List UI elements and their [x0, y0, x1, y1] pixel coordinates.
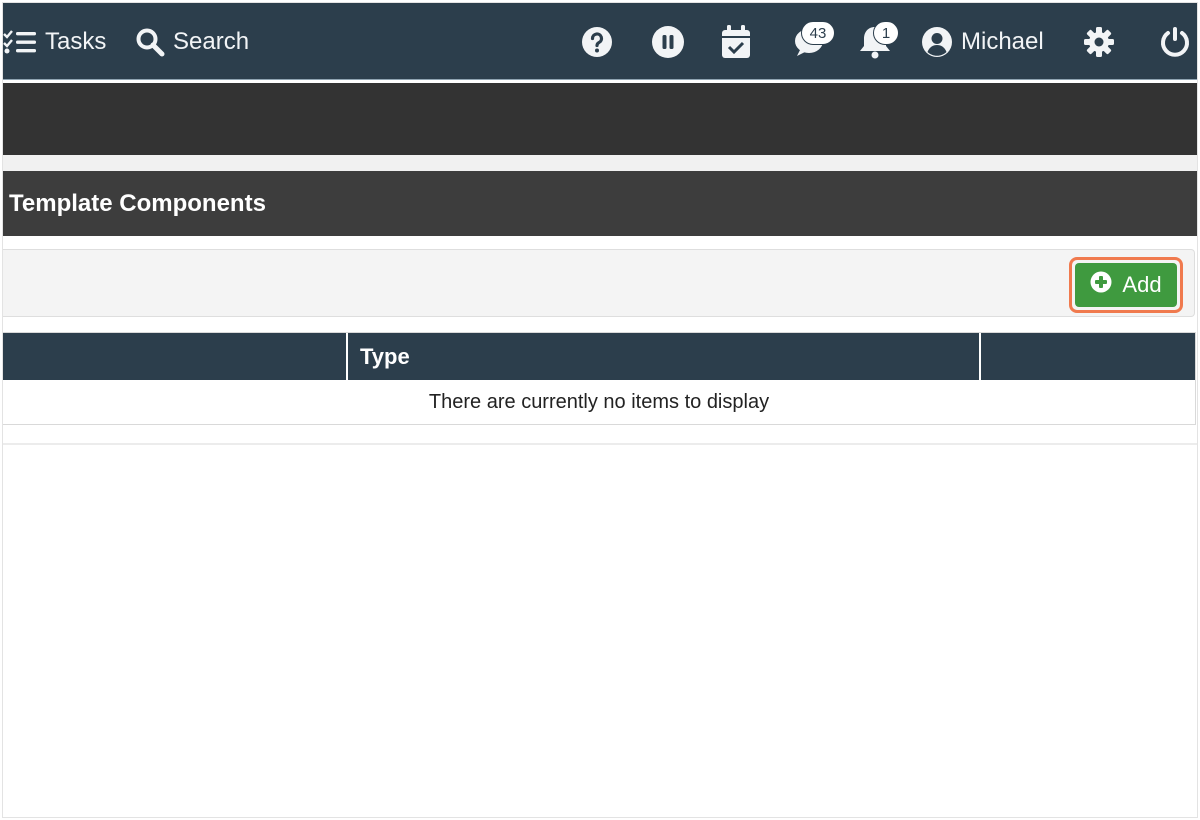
search-icon	[135, 27, 165, 57]
messages-button[interactable]: 43	[793, 3, 835, 80]
empty-table-message: There are currently no items to display	[428, 390, 770, 413]
column-header-type[interactable]: Type	[348, 333, 981, 380]
pause-circle-icon	[651, 25, 685, 59]
messages-count-badge: 43	[801, 21, 835, 45]
column-header-actions	[981, 333, 1195, 380]
notifications-count-badge: 1	[873, 21, 899, 45]
settings-button[interactable]	[1083, 3, 1115, 80]
search-label: Search	[173, 27, 250, 55]
calendar-button[interactable]	[721, 3, 751, 80]
components-table: Type There are currently no items to dis…	[3, 332, 1196, 425]
pause-button[interactable]	[651, 3, 685, 80]
top-navbar: Tasks Search 43 1 Michael	[3, 3, 1197, 80]
user-name: Michael	[961, 27, 1044, 55]
logout-button[interactable]	[1159, 3, 1191, 80]
notifications-button[interactable]: 1	[859, 3, 899, 80]
calendar-check-icon	[721, 24, 751, 59]
tasks-list-icon	[3, 29, 37, 55]
panel-bottom-border	[3, 443, 1197, 445]
panel-header: Template Components	[3, 171, 1197, 236]
tasks-label: Tasks	[45, 27, 107, 55]
divider	[3, 155, 1197, 171]
search-nav-link[interactable]: Search	[135, 3, 249, 80]
table-header-row: Type	[3, 333, 1195, 380]
panel-toolbar	[3, 249, 1195, 317]
add-button[interactable]: Add	[1075, 263, 1177, 307]
add-button-label: Add	[1122, 272, 1162, 297]
user-menu[interactable]: Michael	[921, 3, 1044, 80]
power-icon	[1159, 25, 1191, 59]
app-window: Tasks Search 43 1 Michael Template Compo…	[2, 2, 1198, 818]
page-banner	[3, 83, 1197, 155]
column-header-name[interactable]	[3, 333, 348, 380]
user-circle-icon	[921, 26, 953, 58]
question-circle-icon	[581, 26, 613, 58]
gear-icon	[1083, 26, 1115, 58]
tasks-nav-link[interactable]: Tasks	[3, 3, 106, 80]
plus-circle-icon	[1090, 271, 1112, 299]
help-button[interactable]	[581, 3, 613, 80]
panel-title: Template Components	[9, 189, 266, 217]
